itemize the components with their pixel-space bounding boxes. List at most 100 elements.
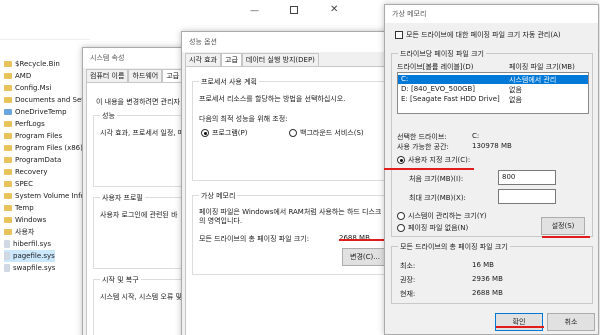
folder-icon (4, 73, 12, 79)
total-paging-group-label: 모든 드라이브의 총 페이징 파일 크기 (398, 242, 510, 252)
close-icon[interactable]: ✕ (330, 4, 338, 15)
list-item[interactable]: SPEC (4, 178, 33, 190)
total-paging-label: 모든 드라이브의 총 페이징 파일 크기: (199, 235, 310, 243)
checkbox-icon (395, 31, 403, 39)
cancel-button[interactable]: 취소 (547, 313, 595, 331)
explorer-pane: $Recycle.Bin AMD Config.Msi Documents and S… (0, 0, 94, 335)
virtual-memory-desc-2: 의 영역입니다. (199, 217, 243, 225)
radio-icon (397, 224, 405, 232)
virtual-memory-title: 가상 메모리 (385, 5, 598, 23)
programs-radio[interactable]: 프로그램(P) (201, 128, 247, 138)
list-item[interactable]: hiberfil.sys (4, 238, 51, 250)
file-icon (4, 264, 10, 272)
folder-icon (4, 85, 12, 91)
total-paging-group: 모든 드라이브의 총 페이징 파일 크기 최소: 16 MB 권장: 2936 … (391, 242, 593, 304)
folder-icon (4, 121, 12, 127)
auto-manage-checkbox[interactable]: 모든 드라이브에 대한 페이징 파일 크기 자동 관리(A) (395, 30, 561, 40)
custom-size-radio[interactable]: 사용자 지정 크기(C): (397, 155, 470, 165)
startup-recovery-text: 시스템 시작, 시스템 오류 및 (100, 293, 182, 301)
selected-drive-label: 선택한 드라이브: (397, 133, 447, 141)
tab-advanced[interactable]: 고급 (221, 53, 242, 67)
recommended-value: 2936 MB (472, 275, 503, 283)
list-item[interactable]: swapfile.sys (4, 262, 55, 274)
selected-drive-value: C: (472, 132, 480, 140)
folder-icon (4, 157, 12, 163)
drive-label: D: [840_EVO_500GB] (401, 85, 475, 93)
folder-icon (4, 181, 12, 187)
list-item[interactable]: System Volume Inform (4, 190, 94, 202)
annotation-underline-change (339, 239, 390, 241)
tab-advanced[interactable]: 고급 (162, 69, 184, 83)
folder-icon (4, 109, 12, 115)
change-button[interactable]: 변경(C)... (342, 248, 388, 266)
folder-icon (4, 205, 12, 211)
background-services-radio[interactable]: 백그라운드 서비스(S) (289, 128, 364, 138)
col-size-header: 페이징 파일 크기(MB) (509, 63, 575, 71)
available-space-label: 사용 가능한 공간: (397, 143, 449, 151)
virtual-memory-group: 가상 메모리 페이징 파일은 Windows에서 RAM처럼 사용하는 하드 디… (192, 191, 397, 275)
list-item[interactable]: Program Files (x86) (4, 142, 83, 154)
list-item[interactable]: Temp (4, 202, 34, 214)
max-size-input[interactable] (498, 189, 556, 204)
optimize-for-text: 다음의 최적 성능을 위해 조정: (199, 115, 288, 123)
explorer-file-list: $Recycle.Bin AMD Config.Msi Documents and S… (4, 58, 94, 328)
annotation-underline-custom-size (384, 168, 474, 170)
no-paging-radio[interactable]: 페이징 파일 없음(N) (397, 223, 468, 233)
initial-size-input[interactable]: 800 (498, 170, 556, 185)
drive-row[interactable]: D: [840_EVO_500GB] 없음 (398, 85, 588, 94)
folder-icon (4, 217, 12, 223)
radio-icon (397, 156, 405, 164)
drive-list[interactable]: C: 시스템에서 관리 D: [840_EVO_500GB] 없음 E: [Seagat… (397, 72, 589, 114)
ok-button[interactable]: 확인 (495, 313, 543, 331)
current-value: 2688 MB (472, 289, 503, 297)
list-item[interactable]: OneDriveTemp (4, 106, 67, 118)
tab-dep[interactable]: 데이터 실행 방지(DEP) (241, 53, 319, 67)
list-item-label: PerfLogs (15, 120, 45, 128)
list-item[interactable]: Windows (4, 214, 46, 226)
list-item-label: Program Files (15, 132, 63, 140)
list-item[interactable]: AMD (4, 70, 31, 82)
performance-options-window: 성능 옵션 시각 효과 고급 데이터 실행 방지(DEP) 프로세서 사용 계획… (181, 31, 398, 335)
system-managed-radio[interactable]: 시스템이 관리하는 크기(Y) (397, 211, 487, 221)
list-item[interactable]: 사용자 (4, 226, 34, 238)
list-item[interactable]: Config.Msi (4, 82, 51, 94)
drive-label: C: (401, 75, 409, 83)
auto-manage-label: 모든 드라이브에 대한 페이징 파일 크기 자동 관리(A) (406, 31, 561, 39)
per-drive-label: 드라이브당 페이징 파일 크기 (398, 49, 486, 59)
list-item-label: Temp (15, 204, 34, 212)
minimize-icon[interactable]: — (250, 6, 259, 16)
list-item[interactable]: pagefile.sys (4, 250, 55, 262)
processor-scheduling-text: 프로세서 리소스를 할당하는 방법을 선택하십시오. (199, 95, 346, 103)
startup-recovery-label: 시작 및 복구 (100, 275, 141, 285)
list-item[interactable]: PerfLogs (4, 118, 45, 130)
set-button[interactable]: 설정(S) (541, 217, 585, 235)
drive-row[interactable]: E: [Seagate Fast HDD Drive] 없음 (398, 95, 588, 104)
folder-icon (4, 169, 12, 175)
list-item-label: hiberfil.sys (13, 240, 52, 248)
performance-label: 성능 (100, 111, 117, 121)
tab-visual-effects[interactable]: 시각 효과 (185, 53, 221, 67)
list-item[interactable]: Program Files (4, 130, 62, 142)
performance-text: 시각 효과, 프로세서 일정, 메 (100, 129, 185, 137)
annotation-underline-set (542, 236, 590, 238)
maximize-icon[interactable] (290, 6, 298, 14)
per-drive-group: 드라이브당 페이징 파일 크기 드라이브[볼륨 레이블](D) 페이징 파일 크… (391, 49, 593, 237)
tab-computer-name[interactable]: 컴퓨터 이름 (86, 69, 129, 83)
list-item[interactable]: Recovery (4, 166, 47, 178)
user-profile-text: 사용자 로그인에 관련된 바 (100, 211, 178, 219)
list-item[interactable]: Documents and Settin (4, 94, 93, 106)
col-drive-header: 드라이브[볼륨 레이블](D) (397, 63, 474, 71)
list-item-label: swapfile.sys (13, 264, 56, 272)
drive-size: 없음 (509, 96, 522, 104)
list-item-label: SPEC (15, 180, 33, 188)
list-item[interactable]: $Recycle.Bin (4, 58, 60, 70)
min-value: 16 MB (472, 261, 494, 269)
list-item-label: pagefile.sys (13, 252, 55, 260)
drive-label: E: [Seagate Fast HDD Drive] (401, 95, 500, 103)
performance-options-panel: 프로세서 사용 계획 프로세서 리소스를 할당하는 방법을 선택하십시오. 다음… (185, 66, 397, 335)
folder-icon (4, 193, 12, 199)
programs-radio-label: 프로그램(P) (212, 129, 248, 137)
tab-hardware[interactable]: 하드웨어 (128, 69, 163, 83)
drive-row[interactable]: C: 시스템에서 관리 (398, 75, 588, 84)
list-item[interactable]: ProgramData (4, 154, 61, 166)
